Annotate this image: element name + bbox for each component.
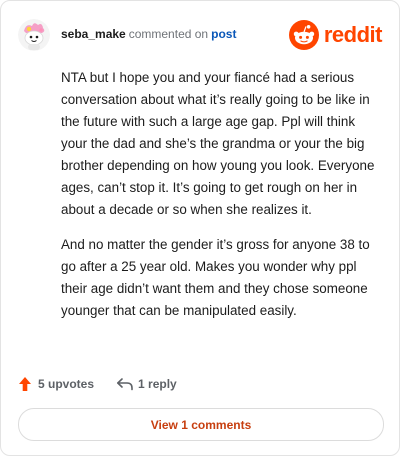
comment-header: seba_make commented on post reddit bbox=[18, 15, 383, 55]
upvote-button[interactable]: 5 upvotes bbox=[18, 376, 94, 392]
reddit-brand[interactable]: reddit bbox=[288, 19, 383, 51]
reply-button[interactable]: 1 reply bbox=[116, 377, 177, 391]
comment-card: seba_make commented on post reddit NTA but… bbox=[0, 0, 400, 456]
commented-on-text: commented on bbox=[128, 27, 209, 41]
comment-paragraph-1: NTA but I hope you and your fiancé had a… bbox=[61, 70, 375, 217]
reddit-wordmark: reddit bbox=[323, 22, 383, 47]
reply-count: 1 reply bbox=[138, 377, 177, 391]
reddit-logo-icon bbox=[288, 20, 319, 50]
comment-body: NTA but I hope you and your fiancé had a… bbox=[61, 67, 379, 335]
post-link[interactable]: post bbox=[211, 27, 236, 41]
view-comments-button[interactable]: View 1 comments bbox=[18, 408, 384, 441]
reply-arrow-icon bbox=[117, 378, 133, 391]
upvote-arrow-icon bbox=[19, 377, 31, 391]
snoo-avatar-icon[interactable] bbox=[18, 19, 50, 51]
comment-actions: 5 upvotes 1 reply bbox=[18, 373, 177, 395]
upvotes-count: 5 upvotes bbox=[38, 377, 95, 391]
comment-meta: seba_make commented on post bbox=[61, 26, 236, 42]
username-link[interactable]: seba_make bbox=[61, 27, 126, 41]
comment-paragraph-2: And no matter the gender it’s gross for … bbox=[61, 237, 370, 318]
